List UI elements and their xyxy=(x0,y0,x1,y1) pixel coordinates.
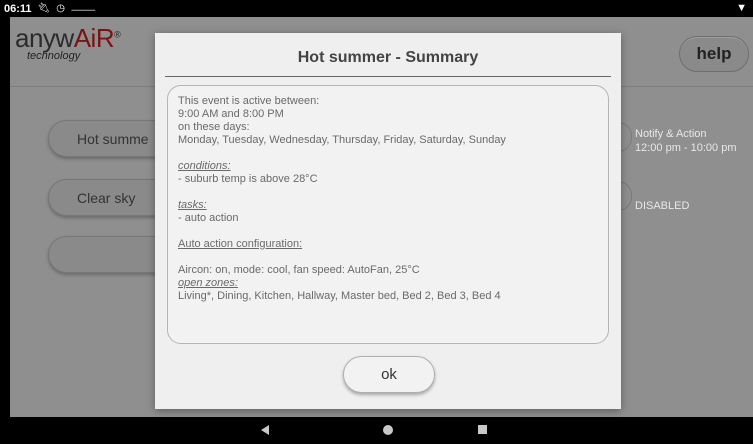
tasks-text: - auto action xyxy=(178,212,239,224)
days-intro: on these days: xyxy=(178,121,250,133)
auto-config-heading: Auto action configuration: xyxy=(178,238,303,250)
active-days: Monday, Tuesday, Wednesday, Thursday, Fr… xyxy=(178,134,506,146)
signal-icon: ▼ xyxy=(736,2,747,14)
conditions-heading: conditions: xyxy=(178,160,231,172)
event-clear-sky-status: DISABLED xyxy=(635,200,690,212)
recents-square-icon[interactable] xyxy=(478,425,487,434)
usb-icon: 🔌︎ xyxy=(37,3,51,14)
alarm-icon: ◷ xyxy=(56,3,65,14)
summary-dialog: Hot summer - Summary This event is activ… xyxy=(155,33,621,409)
open-zones-text: Living*, Dining, Kitchen, Hallway, Maste… xyxy=(178,290,501,302)
event-hot-summer-status: Notify & Action 12:00 pm - 10:00 pm xyxy=(635,128,737,154)
ok-button[interactable]: ok xyxy=(343,356,435,393)
open-zones-heading: open zones: xyxy=(178,277,238,289)
back-triangle-icon[interactable] xyxy=(261,425,269,435)
conditions-text: - suburb temp is above 28°C xyxy=(178,173,318,185)
status-bar: 06:11 🔌︎ ◷ ⸻ ▼ xyxy=(0,0,753,17)
wifi-off-icon: ⸻ xyxy=(70,5,96,16)
status-time: 06:11 xyxy=(4,2,32,15)
tasks-heading: tasks: xyxy=(178,199,207,211)
nav-bar xyxy=(0,417,753,444)
dialog-title: Hot summer - Summary xyxy=(297,49,479,66)
help-button[interactable]: help xyxy=(679,36,749,72)
dialog-divider xyxy=(165,76,611,77)
anywair-logo: anywAiR® technology xyxy=(15,23,121,62)
active-times: 9:00 AM and 8:00 PM xyxy=(178,108,284,120)
summary-text-box: This event is active between: 9:00 AM an… xyxy=(167,85,609,344)
home-circle-icon[interactable] xyxy=(383,425,393,435)
active-intro: This event is active between: xyxy=(178,95,320,107)
app-screen: anywAiR® technology help Hot summe Notif… xyxy=(10,17,753,417)
aircon-config: Aircon: on, mode: cool, fan speed: AutoF… xyxy=(178,264,420,276)
